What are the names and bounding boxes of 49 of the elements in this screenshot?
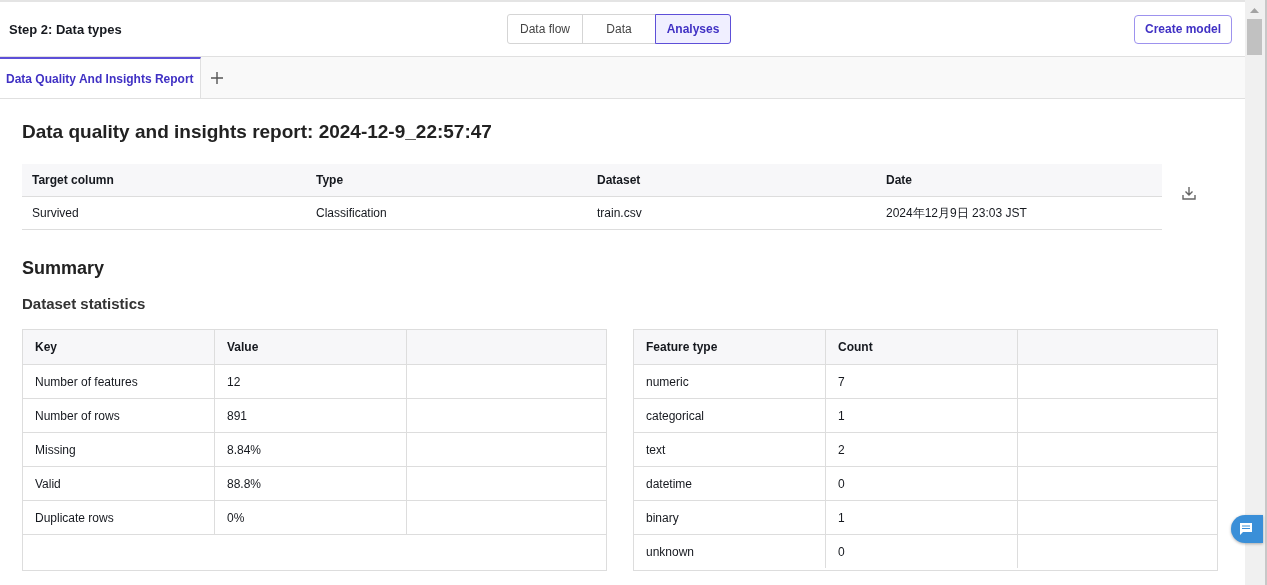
chat-icon <box>1239 522 1253 536</box>
subsection-heading: Dataset statistics <box>22 295 147 312</box>
column-header: Count <box>826 330 1018 364</box>
chat-button[interactable] <box>1231 515 1263 543</box>
column-header: Type <box>315 173 345 187</box>
column-header: Key <box>23 330 215 364</box>
table-cell: unknown <box>634 535 826 568</box>
column-header: Value <box>215 330 407 364</box>
scroll-up-icon[interactable] <box>1250 8 1259 13</box>
section-heading: Summary <box>22 258 106 279</box>
table-cell: numeric <box>634 365 826 398</box>
table-cell-text: train.csv <box>596 206 643 220</box>
column-header: Dataset <box>596 173 642 187</box>
table-cell: 0 <box>826 535 1018 568</box>
view-tab[interactable]: Data flow <box>507 14 583 44</box>
column-header: Target column <box>31 173 115 187</box>
table-cell: 8.84% <box>215 433 407 466</box>
table-cell: 0 <box>826 467 1018 500</box>
table-cell: Number of rows <box>23 399 215 432</box>
report-title: Data quality and insights report: 2024-12-9_22:57:47 <box>22 121 493 143</box>
column-header: Date <box>885 173 913 187</box>
table-cell: 0% <box>215 501 407 534</box>
table-cell: binary <box>634 501 826 534</box>
table-cell: 891 <box>215 399 407 432</box>
table-cell: Valid <box>23 467 215 500</box>
page-title: Step 2: Data types <box>9 21 123 37</box>
table-cell: 12 <box>215 365 407 398</box>
table-cell-text: Classification <box>315 206 388 220</box>
table-cell: datetime <box>634 467 826 500</box>
view-tab[interactable]: Analyses <box>655 14 731 44</box>
table-cell-text: 2024年12月9日 23:03 JST <box>885 204 1028 222</box>
table-cell: 1 <box>826 501 1018 534</box>
table-cell: 88.8% <box>215 467 407 500</box>
table-cell: Number of features <box>23 365 215 398</box>
table-cell: Duplicate rows <box>23 501 215 534</box>
table-cell: 1 <box>826 399 1018 432</box>
scrollbar-thumb[interactable] <box>1247 19 1262 55</box>
table-cell: categorical <box>634 399 826 432</box>
view-tab[interactable]: Data <box>582 14 656 44</box>
report-tab[interactable]: Data Quality And Insights Report <box>0 57 201 98</box>
table-cell-text: Survived <box>31 206 80 220</box>
table-cell: text <box>634 433 826 466</box>
add-tab-icon[interactable] <box>210 71 223 84</box>
table-cell: 7 <box>826 365 1018 398</box>
column-header: Feature type <box>634 330 826 364</box>
table-cell: 2 <box>826 433 1018 466</box>
table-cell: Missing <box>23 433 215 466</box>
download-icon[interactable] <box>1182 186 1196 200</box>
create-model-button[interactable]: Create model <box>1134 14 1232 44</box>
